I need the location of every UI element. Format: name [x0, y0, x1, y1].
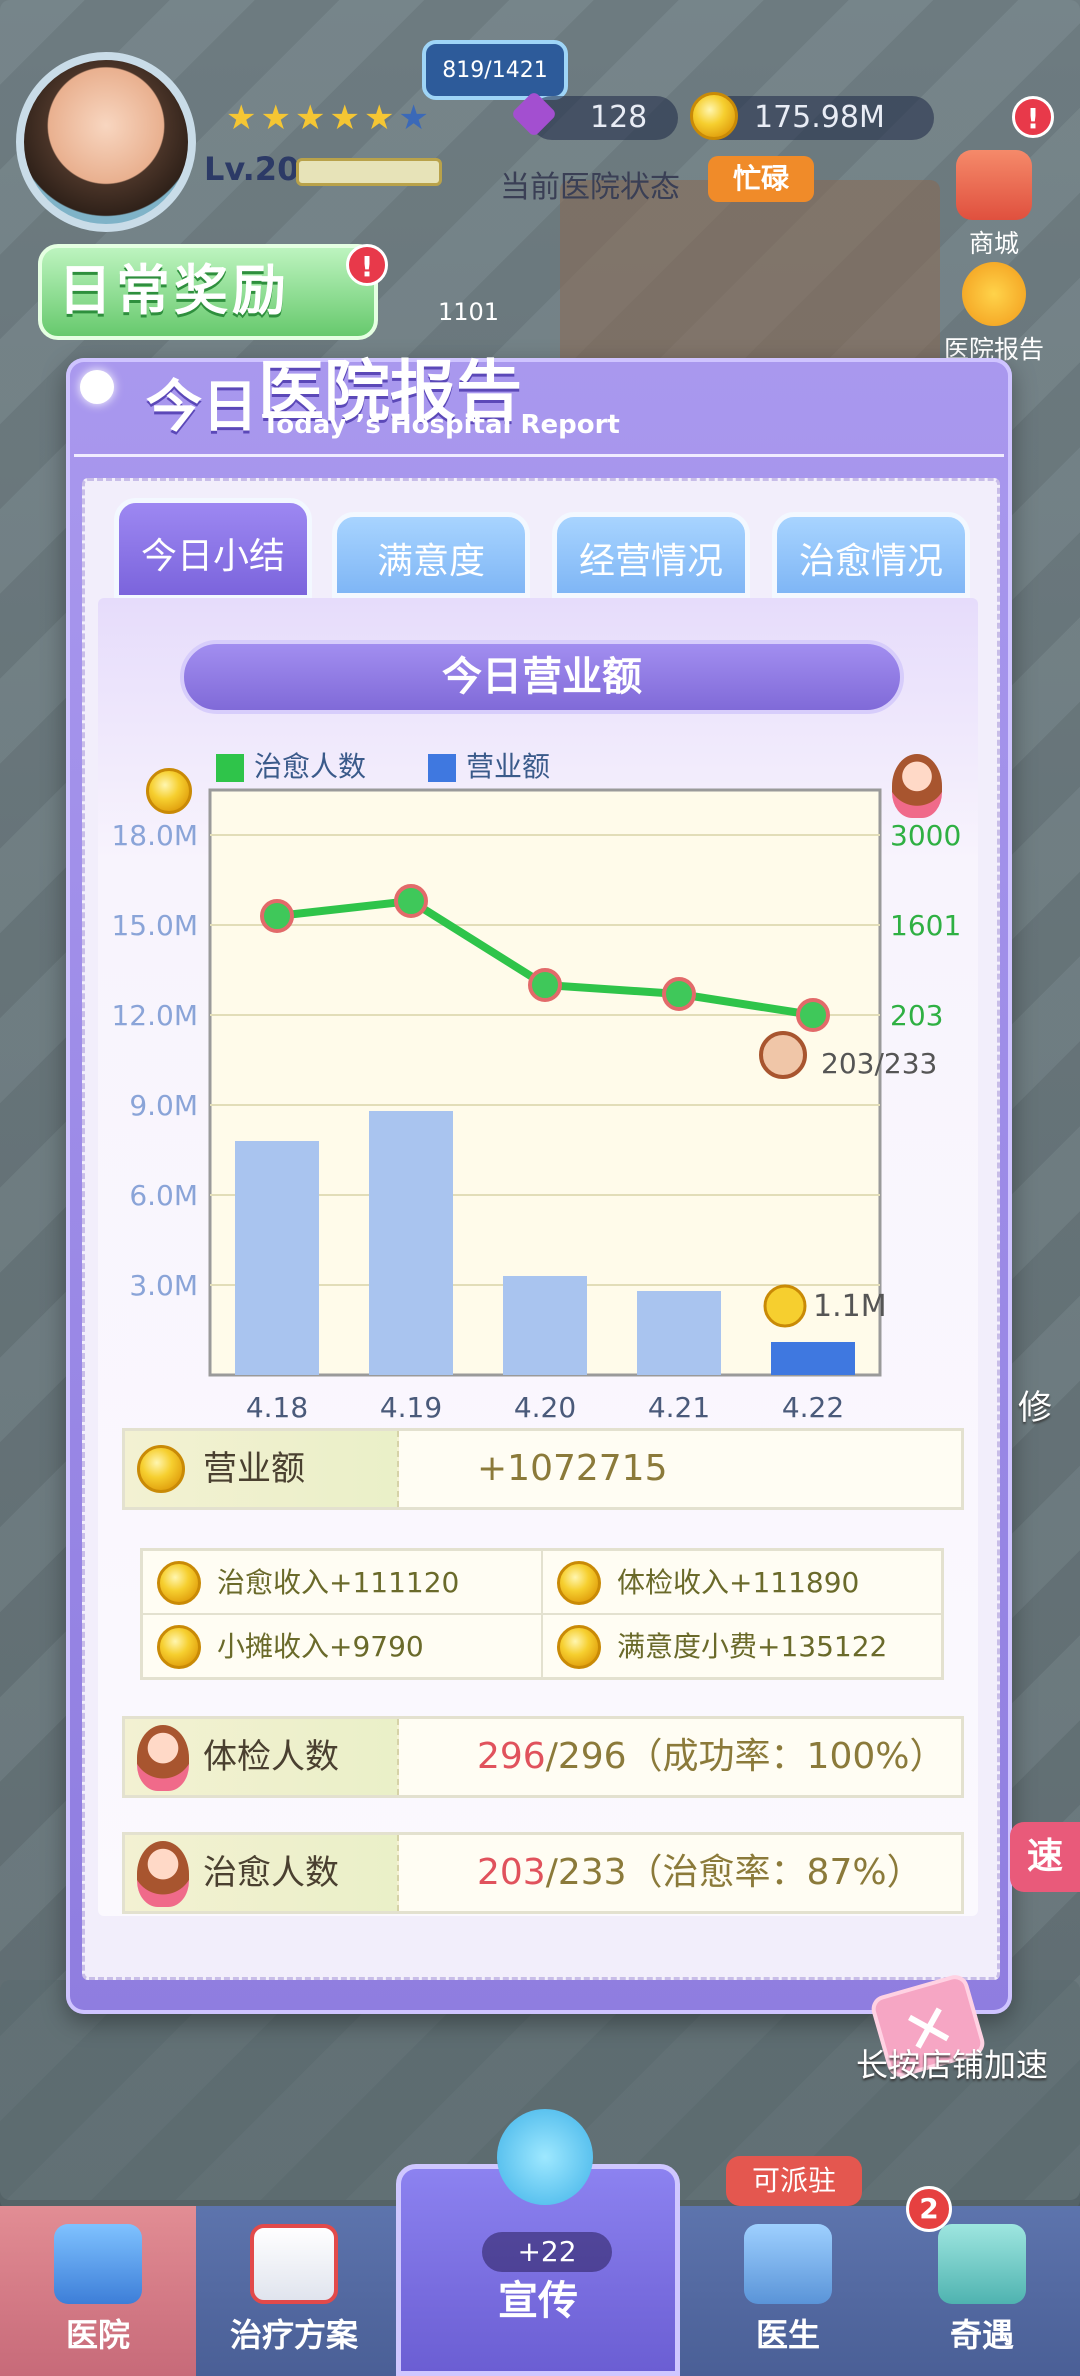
cure-row: 治愈人数 203/233（治愈率：87%）: [122, 1832, 964, 1914]
cure-label: 治愈人数: [203, 1853, 339, 1893]
encounter-icon: [938, 2224, 1026, 2304]
nav-doctor[interactable]: 医生: [690, 2206, 886, 2376]
left-axis-tick-label: 15.0M: [111, 909, 198, 942]
checkup-value: 296/296（成功率：100%）: [477, 1719, 945, 1795]
revenue-bar: [369, 1111, 453, 1375]
cure-count-point: [662, 977, 696, 1011]
coin-icon: [557, 1561, 601, 1605]
nav-treatment[interactable]: 治疗方案: [196, 2206, 392, 2376]
patient-icon: [137, 1841, 189, 1907]
checkup-row: 体检人数 296/296（成功率：100%）: [122, 1716, 964, 1798]
right-axis-tick-label: 203: [890, 999, 943, 1032]
revenue-chart: 3.0M 6.0M 9.0M 12.0M 15.0M 18.0M 203 1601 3000 4.…: [111, 788, 961, 1424]
x-axis-tick-label: 4.20: [514, 1391, 576, 1424]
income-label: 满意度小费+135122: [617, 1630, 888, 1663]
long-press-hint: 长按店铺加速: [856, 2046, 1049, 2084]
checkup-done: 296: [477, 1736, 546, 1777]
nav-label: 医院: [65, 2316, 130, 2354]
revenue-value: +1072715: [477, 1448, 668, 1489]
left-axis-tick-label: 3.0M: [129, 1269, 198, 1302]
repair-label: 修: [1018, 1388, 1052, 1428]
doctor-icon: [744, 2224, 832, 2304]
income-label: 小摊收入+9790: [217, 1630, 424, 1663]
income-label: 体检收入+111890: [617, 1566, 860, 1599]
income-item: 满意度小费+135122: [543, 1615, 943, 1679]
checkup-label: 体检人数: [203, 1737, 339, 1777]
cure-count-point: [528, 968, 562, 1002]
nav-label: 奇遇: [949, 2316, 1014, 2354]
nav-encounter[interactable]: 奇遇: [884, 2206, 1080, 2376]
revenue-label: 营业额: [203, 1449, 305, 1489]
cure-count-point: [796, 998, 830, 1032]
cure-count-point: [260, 899, 294, 933]
cure-label-cell: 治愈人数: [125, 1835, 399, 1911]
dispatch-badge: 可派驻: [726, 2156, 862, 2206]
today-revenue-annotation: 1.1M: [813, 1289, 887, 1324]
nav-label: 治疗方案: [229, 2316, 358, 2354]
x-axis-tick-label: 4.18: [246, 1391, 308, 1424]
cure-count-point: [394, 884, 428, 918]
x-axis-tick-label: 4.22: [782, 1391, 844, 1424]
income-item: 治愈收入+111120: [143, 1551, 543, 1615]
coin-icon: [557, 1625, 601, 1669]
checkup-label-cell: 体检人数: [125, 1719, 399, 1795]
checkup-rest: /296（成功率：100%）: [545, 1736, 946, 1777]
revenue-bar: [235, 1141, 319, 1375]
medical-kit-icon: [250, 2224, 338, 2304]
right-axis-tick-label: 3000: [890, 819, 961, 852]
today-cure-annotation: 203/233: [821, 1047, 937, 1080]
right-axis-tick-label: 1601: [890, 909, 961, 942]
cure-done: 203: [477, 1852, 546, 1893]
nav-label: 医生: [755, 2316, 820, 2354]
coin-icon: [157, 1625, 201, 1669]
promotion-mascot-icon: [497, 2109, 593, 2205]
nav-hospital[interactable]: 医院: [0, 2206, 196, 2376]
today-coin-icon: [763, 1284, 807, 1328]
revenue-bar: [503, 1276, 587, 1375]
income-item: 小摊收入+9790: [143, 1615, 543, 1679]
hospital-icon: [54, 2224, 142, 2304]
speed-up-button[interactable]: 速: [1010, 1822, 1080, 1892]
left-axis-tick-label: 12.0M: [111, 999, 198, 1032]
cure-rest: /233（治愈率：87%）: [545, 1852, 923, 1893]
income-item: 体检收入+111890: [543, 1551, 943, 1615]
left-axis-tick-label: 9.0M: [129, 1089, 198, 1122]
x-axis-tick-label: 4.21: [648, 1391, 710, 1424]
left-axis-tick-label: 6.0M: [129, 1179, 198, 1212]
revenue-bar: [637, 1291, 721, 1375]
income-breakdown: 治愈收入+111120 体检收入+111890 小摊收入+9790 满意度小费+…: [140, 1548, 944, 1680]
coin-icon: [157, 1561, 201, 1605]
promotion-count: +22: [482, 2232, 612, 2272]
income-label: 治愈收入+111120: [217, 1566, 460, 1599]
revenue-bar: [771, 1342, 855, 1375]
left-axis-tick-label: 18.0M: [111, 819, 198, 852]
revenue-row: 营业额 +1072715: [122, 1428, 964, 1510]
patient-icon: [137, 1725, 189, 1791]
nav-label: 宣传: [498, 2278, 578, 2324]
encounter-count-badge: 2: [906, 2186, 952, 2232]
cure-value: 203/233（治愈率：87%）: [477, 1835, 923, 1911]
revenue-label-cell: 营业额: [125, 1431, 399, 1507]
x-axis-tick-label: 4.19: [380, 1391, 442, 1424]
coin-icon: [137, 1445, 185, 1493]
today-patient-icon: [759, 1031, 807, 1079]
